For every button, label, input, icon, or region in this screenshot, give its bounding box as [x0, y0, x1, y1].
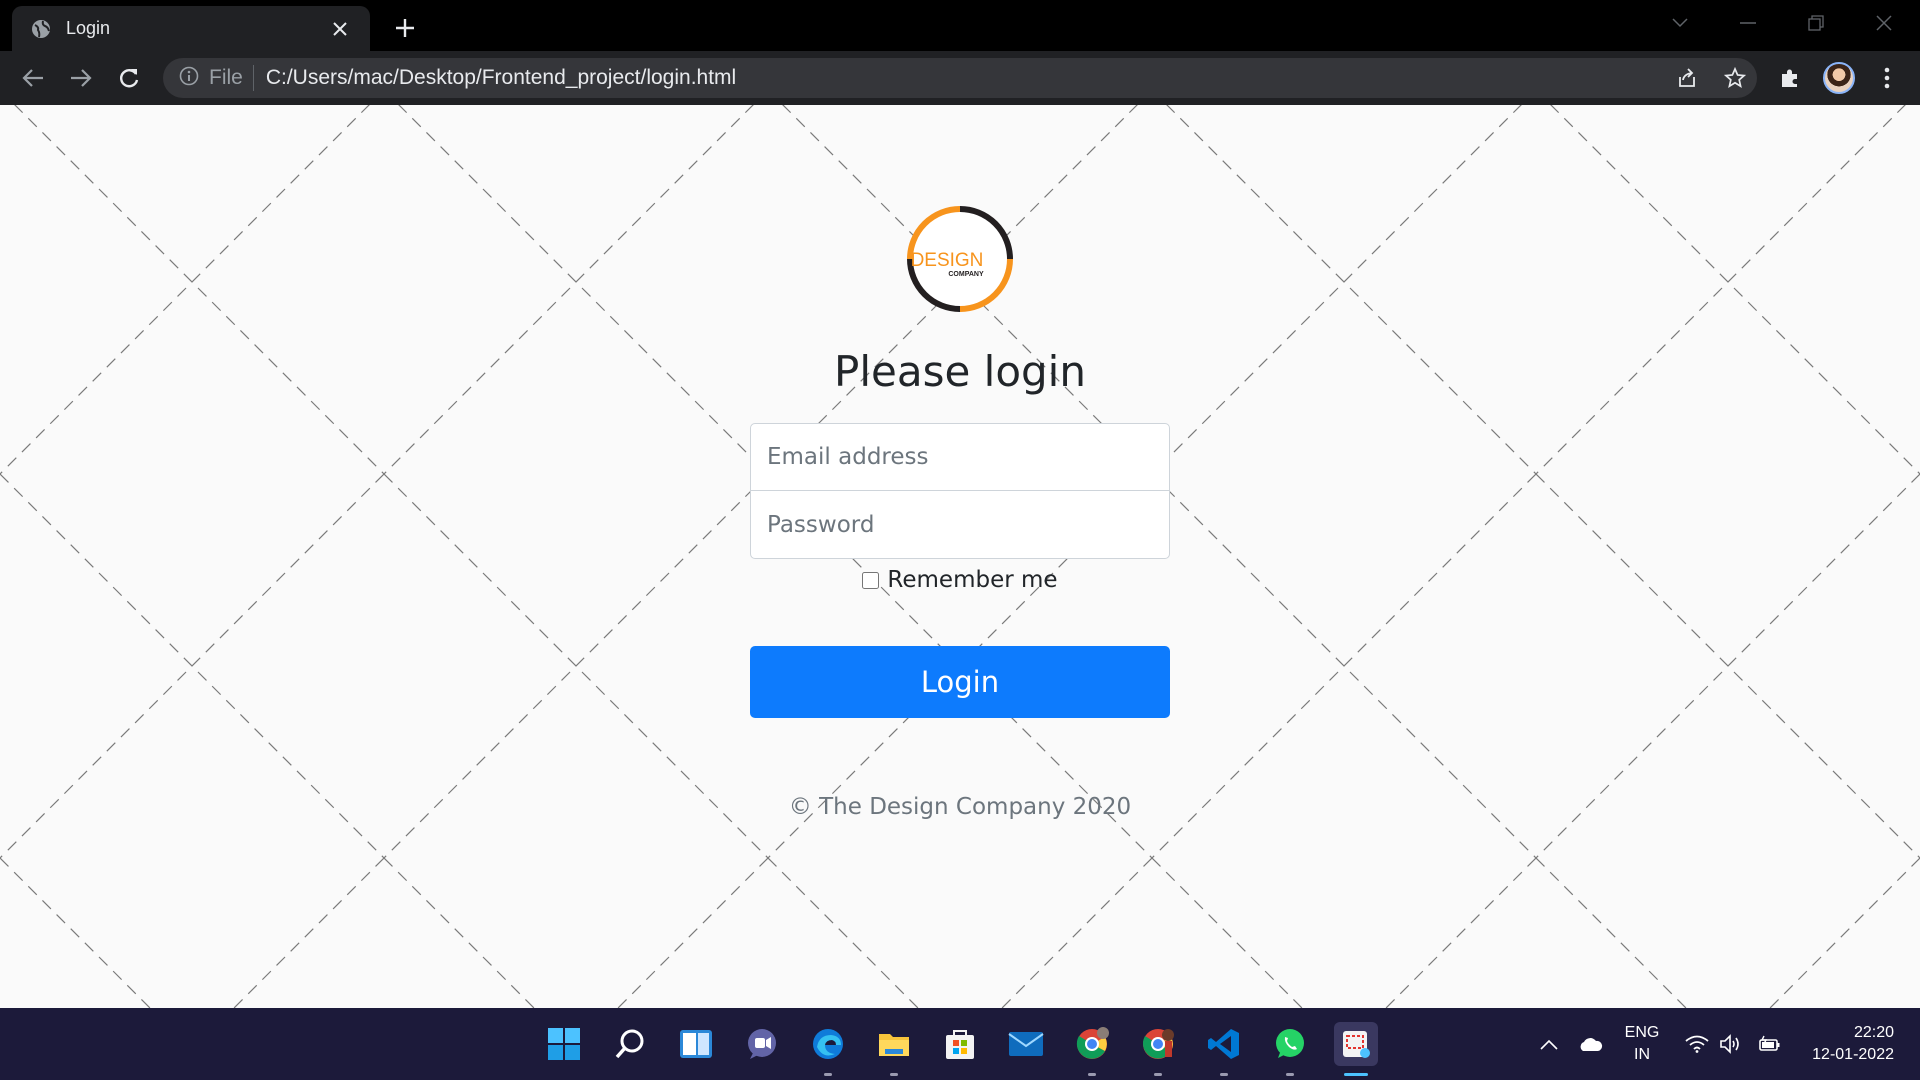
chrome-profile-icon[interactable] [1136, 1022, 1180, 1076]
file-explorer-icon[interactable] [872, 1022, 916, 1076]
login-button[interactable]: Login [750, 646, 1170, 718]
remember-me-label: Remember me [887, 567, 1058, 593]
chevron-down-icon[interactable] [1662, 10, 1698, 36]
wifi-icon[interactable] [1685, 1008, 1709, 1080]
running-indicator [824, 1073, 832, 1076]
running-indicator [1286, 1073, 1294, 1076]
store-icon[interactable] [938, 1022, 982, 1066]
email-field[interactable] [750, 423, 1170, 491]
star-icon[interactable] [1721, 64, 1749, 92]
remember-me-checkbox[interactable] [862, 571, 880, 589]
remember-me[interactable]: Remember me [0, 567, 1920, 593]
window-close-icon[interactable] [1866, 10, 1902, 36]
close-icon[interactable] [328, 17, 352, 41]
chat-icon[interactable] [740, 1022, 784, 1066]
language-code: ENG [1624, 1024, 1660, 1041]
info-icon [179, 66, 199, 90]
forward-icon[interactable] [65, 62, 97, 94]
address-scheme: File [209, 66, 243, 89]
running-indicator [1220, 1073, 1228, 1076]
avatar [1823, 62, 1855, 94]
tab-strip: Login [0, 0, 1920, 51]
search-icon[interactable] [608, 1022, 652, 1066]
plus-icon[interactable] [389, 12, 421, 44]
mail-icon[interactable] [1004, 1022, 1048, 1066]
back-icon[interactable] [17, 62, 49, 94]
share-icon[interactable] [1673, 64, 1701, 92]
chrome-icon[interactable] [1070, 1022, 1114, 1076]
globe-icon [30, 18, 52, 40]
vscode-icon[interactable] [1202, 1022, 1246, 1076]
profile-button[interactable] [1823, 62, 1855, 94]
volume-icon[interactable] [1719, 1008, 1743, 1080]
onedrive-icon[interactable] [1577, 1008, 1603, 1080]
clock-date: 12-01-2022 [1812, 1046, 1894, 1063]
login-form [750, 423, 1170, 559]
running-indicator [1088, 1073, 1096, 1076]
language-indicator[interactable]: ENG IN [1620, 1022, 1664, 1066]
address-divider [252, 65, 254, 91]
copyright-footer: © The Design Company 2020 [788, 794, 1132, 820]
tray-overflow-icon[interactable] [1540, 1008, 1558, 1080]
page-viewport: DESIGN COMPANY Please login Remember me … [0, 105, 1920, 1008]
start-icon[interactable] [542, 1022, 586, 1066]
running-indicator [1154, 1073, 1162, 1076]
reload-icon[interactable] [113, 62, 145, 94]
password-field[interactable] [750, 491, 1170, 559]
snipping-tool-icon[interactable] [1334, 1022, 1378, 1076]
site-info-button[interactable]: File [179, 66, 243, 90]
windows-taskbar: ENG IN 22:20 12-01-2022 [0, 1008, 1920, 1080]
tab-title: Login [66, 18, 111, 38]
browser-tab[interactable]: Login [12, 6, 370, 51]
address-bar[interactable]: File C:/Users/mac/Desktop/Frontend_proje… [163, 58, 1757, 98]
page-title: Please login [834, 347, 1086, 396]
logo-subtext: COMPANY [948, 271, 984, 278]
restore-icon[interactable] [1798, 10, 1834, 36]
clock[interactable]: 22:20 12-01-2022 [1798, 1022, 1894, 1066]
region-code: IN [1634, 1046, 1650, 1063]
extensions-icon[interactable] [1774, 62, 1806, 94]
browser-toolbar: File C:/Users/mac/Desktop/Frontend_proje… [0, 51, 1920, 105]
clock-time: 22:20 [1853, 1024, 1894, 1041]
running-indicator [890, 1073, 898, 1076]
design-company-logo: DESIGN COMPANY [907, 206, 1013, 312]
logo-text: DESIGN [911, 250, 984, 271]
minimize-icon[interactable] [1730, 10, 1766, 36]
more-icon[interactable] [1871, 62, 1903, 94]
address-url[interactable]: C:/Users/mac/Desktop/Frontend_project/lo… [266, 66, 736, 90]
battery-icon[interactable] [1757, 1008, 1781, 1080]
whatsapp-icon[interactable] [1268, 1022, 1312, 1076]
active-indicator [1344, 1073, 1368, 1076]
widgets-icon[interactable] [674, 1022, 718, 1066]
edge-icon[interactable] [806, 1022, 850, 1076]
